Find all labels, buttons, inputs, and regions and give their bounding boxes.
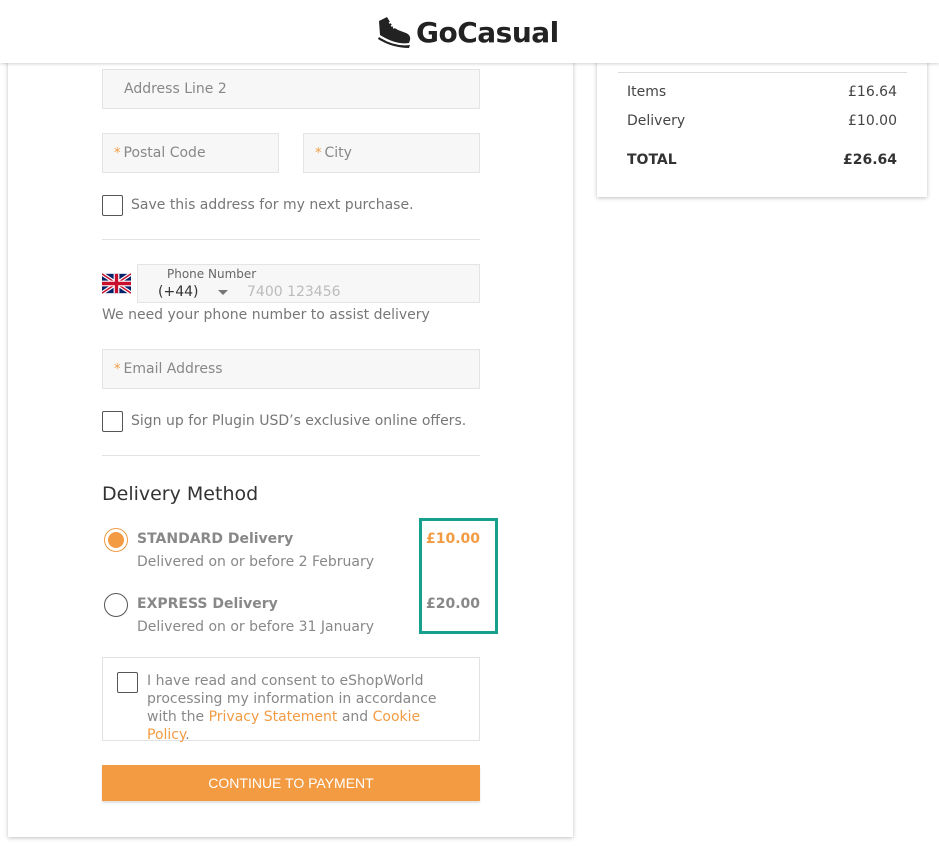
- email-placeholder: Email Address: [123, 361, 223, 377]
- postal-code-placeholder: Postal Code: [123, 145, 206, 161]
- city-placeholder: City: [324, 145, 352, 161]
- site-header: GoCasual: [0, 0, 939, 63]
- standard-delivery-desc: Delivered on or before 2 February: [137, 554, 375, 570]
- consent-checkbox[interactable]: [117, 672, 138, 693]
- delivery-value: £10.00: [848, 113, 897, 129]
- sneaker-icon: [378, 17, 411, 48]
- offers-signup-label: Sign up for Plugin USD’s exclusive onlin…: [131, 413, 467, 429]
- address-line2-input[interactable]: Address Line 2: [102, 69, 480, 109]
- express-delivery-radio[interactable]: [104, 593, 128, 617]
- required-mark: *: [114, 361, 121, 377]
- save-address-label: Save this address for my next purchase.: [131, 197, 414, 213]
- total-label: TOTAL: [627, 152, 677, 168]
- address-line2-placeholder: Address Line 2: [124, 81, 227, 97]
- continue-to-payment-button[interactable]: CONTINUE TO PAYMENT: [102, 765, 480, 801]
- consent-text: I have read and consent to eShopWorld pr…: [147, 672, 467, 744]
- express-delivery-desc: Delivered on or before 31 January: [137, 619, 374, 635]
- phone-number-input[interactable]: Phone Number (+44) 7400 123456: [137, 264, 480, 303]
- city-input[interactable]: * City: [303, 133, 480, 173]
- brand-name: GoCasual: [416, 15, 559, 49]
- express-delivery-name[interactable]: EXPRESS Delivery: [137, 596, 278, 612]
- items-value: £16.64: [848, 84, 897, 100]
- privacy-statement-link[interactable]: Privacy Statement: [209, 709, 338, 725]
- offers-signup-checkbox[interactable]: [102, 411, 123, 432]
- delivery-label: Delivery: [627, 113, 686, 129]
- total-value: £26.64: [842, 152, 897, 168]
- consent-box: I have read and consent to eShopWorld pr…: [102, 657, 480, 744]
- brand-logo[interactable]: GoCasual: [376, 12, 559, 52]
- price-highlight-box: [419, 518, 498, 634]
- summary-divider: [618, 72, 907, 73]
- required-mark: *: [114, 145, 121, 161]
- chevron-down-icon[interactable]: [218, 290, 228, 295]
- phone-number-label: Phone Number: [167, 267, 257, 281]
- divider: [102, 455, 480, 456]
- delivery-method-title: Delivery Method: [102, 483, 259, 505]
- consent-and: and: [337, 709, 373, 725]
- country-code-select[interactable]: (+44): [158, 284, 198, 300]
- standard-delivery-radio[interactable]: [104, 528, 128, 552]
- standard-delivery-name[interactable]: STANDARD Delivery: [137, 531, 293, 547]
- email-input[interactable]: * Email Address: [102, 349, 480, 389]
- divider: [102, 239, 480, 240]
- consent-period: .: [185, 727, 190, 743]
- phone-placeholder: 7400 123456: [247, 284, 341, 300]
- required-mark: *: [315, 145, 322, 161]
- items-label: Items: [627, 84, 667, 100]
- postal-code-input[interactable]: * Postal Code: [102, 133, 279, 173]
- phone-helper-text: We need your phone number to assist deli…: [102, 307, 430, 323]
- uk-flag-icon[interactable]: [102, 273, 131, 294]
- save-address-checkbox[interactable]: [102, 195, 123, 216]
